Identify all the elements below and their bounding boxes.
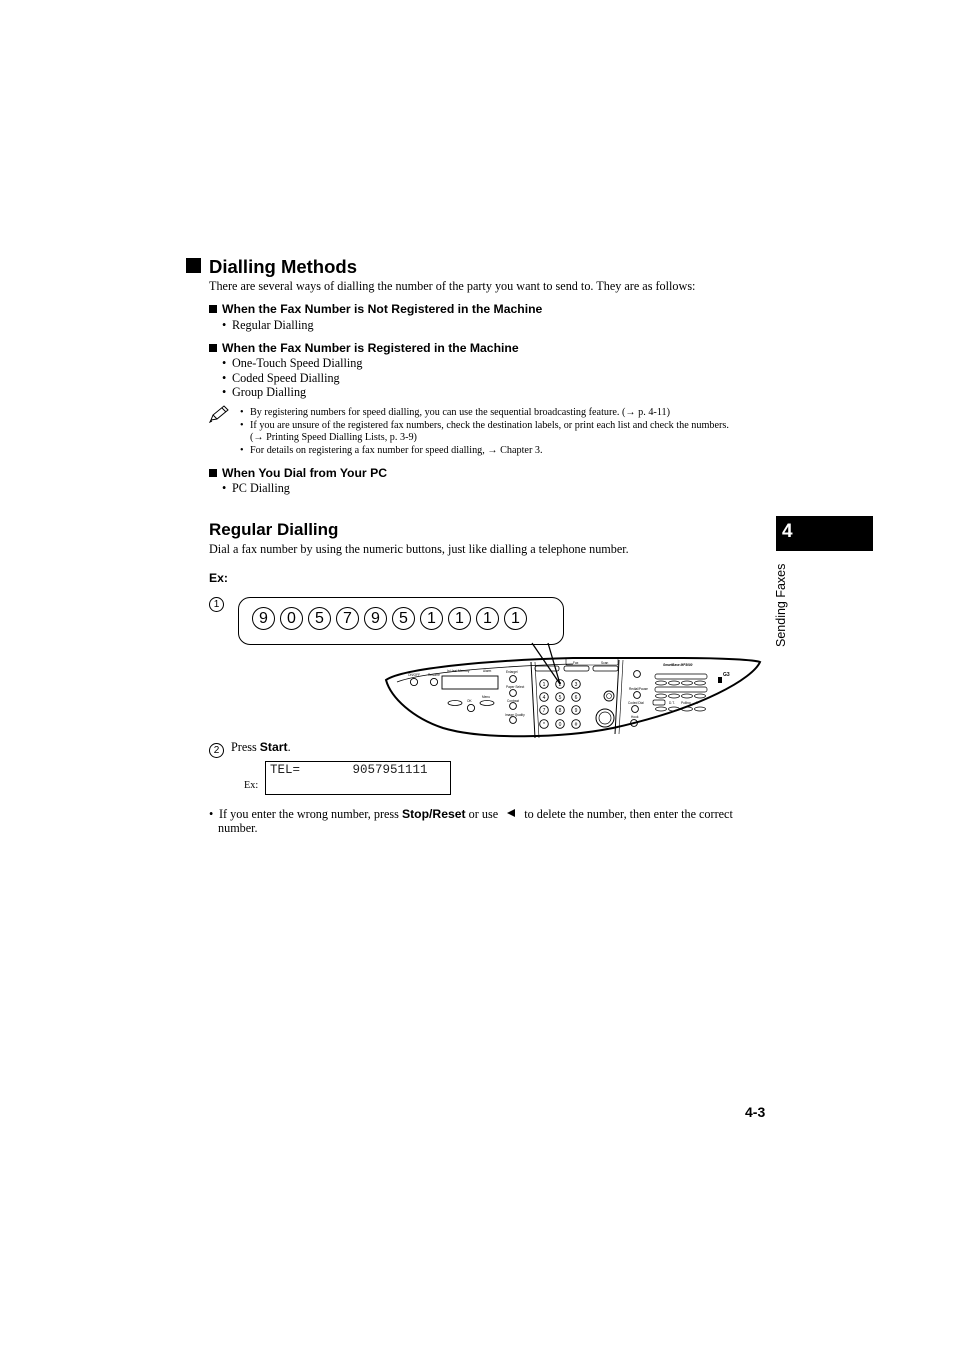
list-item: One-Touch Speed Dialling	[222, 356, 362, 371]
lcd-display: TEL= 9057951111	[265, 761, 451, 795]
svg-text:*: *	[543, 722, 545, 728]
dialled-digits-callout: 9 0 5 7 9 5 1 1 1 1	[238, 597, 564, 645]
step-2-text: Press Start.	[231, 740, 291, 755]
svg-text:Contrast: Contrast	[507, 699, 519, 703]
svg-text:0: 0	[559, 722, 562, 728]
svg-text:D.T.: D.T.	[669, 701, 675, 705]
note-item-continuation: (→ Printing Speed Dialling Lists, p. 3-9…	[250, 432, 417, 443]
square-bullet-icon	[209, 305, 217, 313]
digit-button: 1	[476, 607, 499, 630]
chapter-number: 4	[782, 521, 793, 542]
svg-text:Image Quality: Image Quality	[505, 713, 525, 717]
svg-text:G3: G3	[723, 672, 730, 678]
list-item: Regular Dialling	[222, 318, 314, 333]
svg-text:Scan: Scan	[601, 661, 608, 665]
svg-text:Resume: Resume	[428, 673, 440, 677]
chapter-tab: 4	[776, 516, 873, 551]
group-heading-text: When the Fax Number is Not Registered in…	[222, 302, 543, 316]
digit-button: 9	[364, 607, 387, 630]
group-heading-text: When You Dial from Your PC	[222, 466, 387, 480]
tip-suffix: to delete the number, then enter the cor…	[521, 807, 733, 821]
subsection-intro: Dial a fax number by using the numeric b…	[209, 542, 629, 556]
section-title: Dialling Methods	[209, 256, 357, 277]
section-intro: There are several ways of dialling the n…	[209, 279, 696, 293]
fax-control-panel-illustration: ON/OFF Resume In Use/ Memory Alarm Enlar…	[383, 648, 763, 748]
tip-middle: or use	[465, 807, 502, 821]
svg-text:9: 9	[575, 708, 578, 714]
start-button-label: Start	[259, 740, 288, 754]
svg-text:Coded Dial: Coded Dial	[628, 701, 644, 705]
chapter-title: Sending Faxes	[774, 563, 788, 647]
list-item: Coded Speed Dialling	[222, 371, 340, 386]
svg-text:3: 3	[575, 682, 578, 688]
tip-prefix: If you enter the wrong number, press	[219, 807, 402, 821]
correction-tip-continuation: number.	[218, 821, 258, 835]
digit-sequence: 9 0 5 7 9 5 1 1 1 1	[252, 607, 527, 630]
svg-text:ON/OFF: ON/OFF	[408, 673, 420, 677]
svg-text:Menu: Menu	[482, 695, 490, 699]
svg-text:Enlarge/: Enlarge/	[506, 670, 518, 674]
digit-button: 1	[504, 607, 527, 630]
svg-text:Polling: Polling	[681, 701, 691, 705]
group-heading-not-registered: When the Fax Number is Not Registered in…	[209, 302, 542, 316]
svg-text:SmartBase MP3000: SmartBase MP3000	[663, 663, 693, 667]
stop-reset-button-label: Stop/Reset	[401, 807, 466, 821]
svg-text:OK: OK	[467, 699, 472, 703]
svg-text:#: #	[575, 722, 578, 728]
digit-button: 5	[392, 607, 415, 630]
heading-square-icon	[186, 258, 201, 273]
note-item: By registering numbers for speed diallin…	[240, 406, 670, 419]
group-heading-registered: When the Fax Number is Registered in the…	[209, 341, 519, 355]
svg-text:Hook: Hook	[631, 715, 639, 719]
square-bullet-icon	[209, 344, 217, 352]
step-2-prefix: Press	[231, 740, 260, 754]
digit-button: 1	[420, 607, 443, 630]
digit-button: 0	[280, 607, 303, 630]
group-heading-pc: When You Dial from Your PC	[209, 466, 387, 480]
square-bullet-icon	[209, 469, 217, 477]
digit-button: 9	[252, 607, 275, 630]
svg-text:Paper Select: Paper Select	[506, 685, 524, 689]
step-2-suffix: .	[287, 740, 291, 754]
svg-text:6: 6	[575, 695, 578, 701]
step-2-marker: 2	[209, 740, 224, 758]
svg-text:Fax: Fax	[573, 661, 579, 665]
digit-button: 5	[308, 607, 331, 630]
group-heading-text: When the Fax Number is Registered in the…	[222, 341, 519, 355]
svg-text:7: 7	[543, 708, 546, 714]
list-item: PC Dialling	[222, 481, 290, 496]
callout-pointer	[530, 640, 570, 697]
list-item: Group Dialling	[222, 385, 306, 400]
section-heading	[186, 258, 201, 278]
svg-text:Alarm: Alarm	[483, 669, 492, 673]
example-label: Ex:	[209, 571, 228, 585]
svg-text:8: 8	[559, 708, 562, 714]
correction-tip: If you enter the wrong number, press Sto…	[209, 807, 733, 822]
svg-text:In Use/ Memory: In Use/ Memory	[447, 669, 470, 673]
subsection-title: Regular Dialling	[209, 520, 339, 539]
note-item: For details on registering a fax number …	[240, 444, 543, 457]
page-number: 4-3	[745, 1104, 766, 1120]
digit-button: 1	[448, 607, 471, 630]
step-1-marker: 1	[209, 594, 224, 612]
lcd-display-text: TEL= 9057951111	[270, 763, 428, 777]
lcd-example-label: Ex:	[244, 780, 259, 791]
left-arrow-icon	[501, 807, 521, 822]
pencil-note-icon	[208, 405, 230, 428]
digit-button: 7	[336, 607, 359, 630]
svg-text:Redial/Pause: Redial/Pause	[629, 687, 648, 691]
